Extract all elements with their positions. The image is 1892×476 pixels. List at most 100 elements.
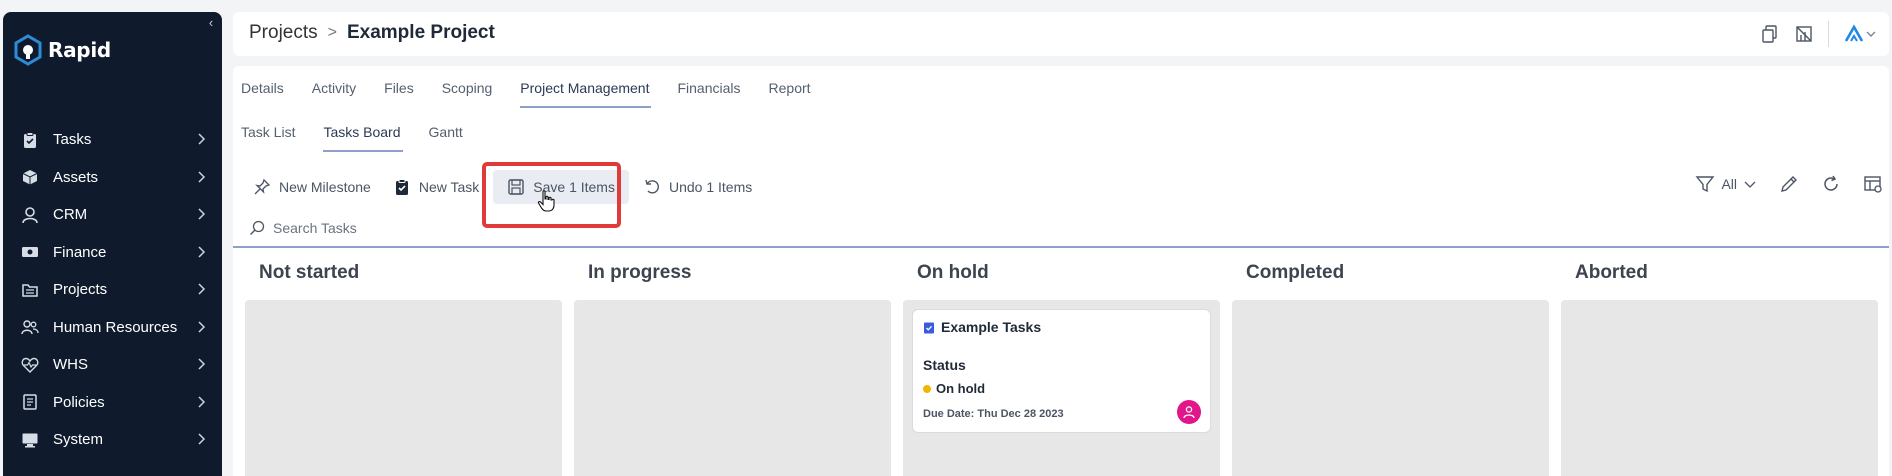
chevron-right-icon: [198, 133, 206, 145]
chevron-right-icon: [198, 320, 206, 333]
chevron-right-icon: [198, 395, 206, 408]
sidebar-item-tasks[interactable]: Tasks: [3, 121, 222, 159]
chevron-right-icon: [198, 170, 206, 183]
sidebar-item-crm[interactable]: CRM: [3, 196, 222, 234]
column-dropzone[interactable]: Example Tasks Status On hold Due Date: T…: [903, 300, 1220, 476]
board-column: In progress: [574, 260, 891, 476]
sidebar-item-human-resources[interactable]: Human Resources: [3, 309, 222, 347]
column-dropzone[interactable]: [245, 300, 562, 476]
edit-icon[interactable]: [1779, 174, 1799, 194]
column-title: On hold: [917, 262, 989, 283]
header-bar: Projects > Example Project: [233, 12, 1889, 56]
board-column: Completed: [1232, 260, 1549, 476]
column-dropzone[interactable]: [1232, 300, 1549, 476]
tab-project-management[interactable]: Project Management: [520, 80, 652, 108]
sidebar-nav: Tasks Assets CRM Finance Projects Human …: [3, 121, 222, 459]
status-text: On hold: [936, 381, 986, 396]
sidebar-item-label: Human Resources: [53, 318, 178, 336]
user-icon: [21, 205, 45, 225]
secondary-tabs: Task List Tasks Board Gantt: [241, 124, 491, 152]
money-icon: [21, 242, 45, 262]
status-label: Status: [923, 357, 966, 373]
new-task-button[interactable]: New Task: [385, 170, 487, 204]
undo-label: Undo 1 Items: [668, 179, 753, 195]
status-value: On hold: [923, 381, 1200, 396]
tab-scoping[interactable]: Scoping: [442, 80, 493, 108]
sidebar-item-label: WHS: [53, 356, 88, 374]
board-column: Aborted: [1561, 260, 1878, 476]
clipboard-check-icon: [395, 179, 408, 195]
monitor-icon: [21, 430, 45, 450]
user-icon: [1183, 406, 1195, 419]
tab-task-list[interactable]: Task List: [241, 124, 295, 152]
new-task-label: New Task: [418, 179, 480, 195]
sidebar-item-label: Finance: [53, 243, 107, 261]
tab-details[interactable]: Details: [241, 80, 284, 108]
filter-icon: [1695, 176, 1715, 193]
new-milestone-button[interactable]: New Milestone: [245, 170, 379, 204]
chevron-right-icon: [198, 433, 206, 445]
chevron-right-icon: [198, 283, 206, 295]
primary-tabs: Details Activity Files Scoping Project M…: [241, 80, 839, 108]
collapse-sidebar-icon[interactable]: ‹: [204, 16, 218, 30]
column-dropzone[interactable]: [1561, 300, 1878, 476]
user-menu-icon[interactable]: [1843, 24, 1879, 44]
sidebar-item-label: Tasks: [53, 131, 92, 149]
avatar[interactable]: [1177, 400, 1201, 424]
page-title: Example Project: [346, 22, 495, 43]
task-title-text: Example Tasks: [941, 319, 1042, 335]
clipboard-check-icon: [21, 130, 45, 150]
divider: [1828, 21, 1829, 47]
sidebar-item-assets[interactable]: Assets: [3, 159, 222, 197]
chevron-right-icon: [198, 245, 206, 258]
refresh-icon[interactable]: [1821, 174, 1841, 194]
task-card[interactable]: Example Tasks Status On hold Due Date: T…: [912, 309, 1211, 433]
table-settings-icon[interactable]: [1863, 174, 1883, 194]
sidebar-item-projects[interactable]: Projects: [3, 271, 222, 309]
tab-files[interactable]: Files: [384, 80, 414, 108]
tab-financials[interactable]: Financials: [677, 80, 740, 108]
board-tools: All: [1695, 174, 1883, 194]
logo[interactable]: Rapid: [13, 34, 111, 66]
status-dot: [923, 384, 931, 393]
tab-report[interactable]: Report: [769, 80, 811, 108]
report-icon[interactable]: [1794, 24, 1814, 44]
chevron-down-icon: [1744, 181, 1756, 188]
people-icon: [21, 317, 45, 337]
board-column: On hold Example Tasks Status On hold Due…: [903, 260, 1220, 476]
copy-icon[interactable]: [1760, 24, 1780, 44]
tab-gantt[interactable]: Gantt: [429, 124, 463, 152]
header-actions: [1760, 21, 1879, 47]
search-bar[interactable]: Search Tasks: [249, 220, 357, 236]
tab-tasks-board[interactable]: Tasks Board: [323, 124, 403, 152]
heart-pulse-icon: [21, 355, 45, 375]
column-title: Completed: [1246, 262, 1345, 283]
sidebar-item-label: Projects: [53, 281, 108, 299]
app-name: Rapid: [48, 38, 111, 62]
column-title: In progress: [588, 262, 692, 283]
sidebar-item-whs[interactable]: WHS: [3, 346, 222, 384]
sidebar-item-label: System: [53, 431, 104, 449]
document-icon: [21, 392, 45, 412]
breadcrumb-root[interactable]: Projects: [249, 22, 318, 44]
column-dropzone[interactable]: [574, 300, 891, 476]
board-column: Not started: [245, 260, 562, 476]
sidebar-item-policies[interactable]: Policies: [3, 384, 222, 422]
chevron-right-icon: [198, 208, 206, 220]
sidebar-item-label: Assets: [53, 168, 99, 186]
due-date: Due Date: Thu Dec 28 2023: [923, 408, 1064, 420]
task-icon: [924, 322, 934, 333]
search-icon: [250, 220, 265, 235]
breadcrumb-separator: >: [327, 24, 337, 41]
task-card-title: Example Tasks: [923, 319, 1200, 335]
filter-dropdown[interactable]: All: [1695, 174, 1757, 194]
folder-icon: [21, 280, 45, 300]
sidebar-item-system[interactable]: System: [3, 421, 222, 459]
sidebar-item-finance[interactable]: Finance: [3, 234, 222, 272]
tab-activity[interactable]: Activity: [312, 80, 356, 108]
undo-button[interactable]: Undo 1 Items: [635, 170, 760, 204]
undo-icon: [645, 179, 659, 194]
tasks-board: Not started In progress On hold Example …: [245, 260, 1878, 476]
chevron-right-icon: [198, 358, 206, 370]
main-panel: Details Activity Files Scoping Project M…: [233, 66, 1889, 476]
